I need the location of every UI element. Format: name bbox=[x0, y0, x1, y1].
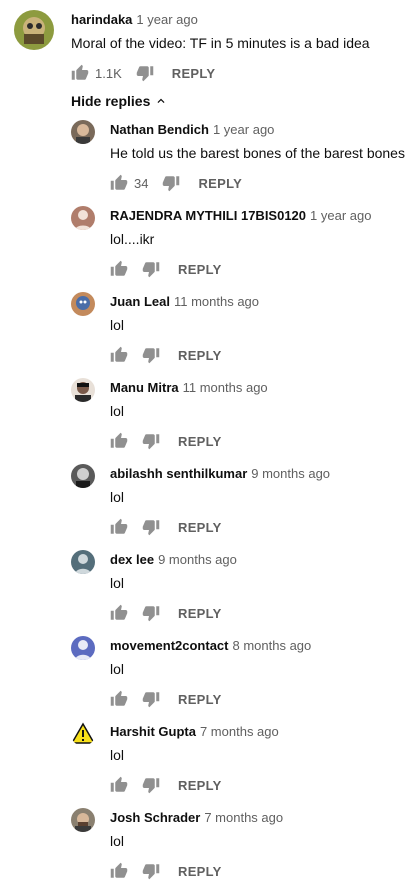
comment-time[interactable]: 1 year ago bbox=[136, 12, 197, 27]
thumbs-up-icon[interactable] bbox=[110, 518, 128, 536]
thumbs-down-icon[interactable] bbox=[142, 776, 160, 794]
avatar[interactable] bbox=[71, 120, 95, 144]
comment-author[interactable]: Nathan Bendich bbox=[110, 122, 209, 137]
thumbs-up-icon[interactable] bbox=[71, 64, 89, 82]
reply-button[interactable]: REPLY bbox=[172, 66, 216, 81]
thumbs-down-icon[interactable] bbox=[142, 862, 160, 880]
comment-header: Nathan Bendich 1 year ago bbox=[110, 122, 274, 138]
thumbs-down-icon[interactable] bbox=[142, 604, 160, 622]
avatar[interactable] bbox=[71, 550, 95, 574]
comment-actions: 34 REPLY bbox=[110, 173, 242, 193]
comment-author[interactable]: Josh Schrader bbox=[110, 810, 200, 825]
comment-header: Manu Mitra 11 months ago bbox=[110, 380, 268, 396]
reply-button[interactable]: REPLY bbox=[198, 176, 242, 191]
thumbs-up-icon[interactable] bbox=[110, 346, 128, 364]
like-count: 34 bbox=[134, 175, 149, 191]
reply-button[interactable]: REPLY bbox=[178, 348, 222, 363]
comment-actions: 1.1K REPLY bbox=[71, 63, 215, 83]
comment-header: Harshit Gupta 7 months ago bbox=[110, 724, 279, 740]
comment-author[interactable]: Juan Leal bbox=[110, 294, 170, 309]
comment-author[interactable]: movement2contact bbox=[110, 638, 228, 653]
comment-actions: REPLY bbox=[110, 517, 222, 537]
comment-time[interactable]: 11 months ago bbox=[174, 294, 259, 309]
hide-replies-button[interactable]: Hide replies bbox=[71, 93, 168, 109]
comment-actions: REPLY bbox=[110, 861, 222, 881]
comment-actions: REPLY bbox=[110, 259, 222, 279]
thumbs-down-icon[interactable] bbox=[142, 518, 160, 536]
thumbs-down-icon[interactable] bbox=[142, 432, 160, 450]
comment-actions: REPLY bbox=[110, 689, 222, 709]
reply-button[interactable]: REPLY bbox=[178, 262, 222, 277]
thumbs-down-icon[interactable] bbox=[136, 64, 154, 82]
comment-text: lol bbox=[110, 833, 125, 849]
comment-header: abilashh senthilkumar 9 months ago bbox=[110, 466, 330, 482]
comment-author[interactable]: Manu Mitra bbox=[110, 380, 179, 395]
comment-header: RAJENDRA MYTHILI 17BIS0120 1 year ago bbox=[110, 208, 371, 224]
comment-actions: REPLY bbox=[110, 345, 222, 365]
comment-time[interactable]: 7 months ago bbox=[200, 724, 279, 739]
comment-time[interactable]: 9 months ago bbox=[158, 552, 237, 567]
thumbs-up-icon[interactable] bbox=[110, 174, 128, 192]
thumbs-down-icon[interactable] bbox=[142, 346, 160, 364]
avatar[interactable] bbox=[71, 378, 95, 402]
avatar[interactable] bbox=[71, 292, 95, 316]
comment-author[interactable]: RAJENDRA MYTHILI 17BIS0120 bbox=[110, 208, 306, 223]
hide-replies-label: Hide replies bbox=[71, 93, 151, 109]
thumbs-up-icon[interactable] bbox=[110, 260, 128, 278]
comment-time[interactable]: 8 months ago bbox=[232, 638, 311, 653]
reply-button[interactable]: REPLY bbox=[178, 692, 222, 707]
comment-header: Josh Schrader 7 months ago bbox=[110, 810, 283, 826]
thumbs-up-icon[interactable] bbox=[110, 776, 128, 794]
comment-header: Juan Leal 11 months ago bbox=[110, 294, 259, 310]
comment-author[interactable]: Harshit Gupta bbox=[110, 724, 196, 739]
comment-text: He told us the barest bones of the bares… bbox=[110, 145, 405, 161]
comment-actions: REPLY bbox=[110, 603, 222, 623]
reply-button[interactable]: REPLY bbox=[178, 864, 222, 879]
comment-text: lol bbox=[110, 575, 125, 591]
comment-author[interactable]: abilashh senthilkumar bbox=[110, 466, 247, 481]
avatar[interactable] bbox=[71, 808, 95, 832]
avatar[interactable] bbox=[71, 636, 95, 660]
comment-actions: REPLY bbox=[110, 431, 222, 451]
comment-text: lol bbox=[110, 661, 125, 677]
comment-header: movement2contact 8 months ago bbox=[110, 638, 311, 654]
comment-time[interactable]: 1 year ago bbox=[310, 208, 371, 223]
like-count: 1.1K bbox=[95, 65, 122, 81]
reply-button[interactable]: REPLY bbox=[178, 778, 222, 793]
chevron-up-icon bbox=[157, 98, 165, 103]
thumbs-up-icon[interactable] bbox=[110, 862, 128, 880]
avatar[interactable] bbox=[71, 722, 95, 746]
avatar[interactable] bbox=[14, 10, 54, 50]
comment-time[interactable]: 9 months ago bbox=[251, 466, 330, 481]
thumbs-up-icon[interactable] bbox=[110, 690, 128, 708]
thumbs-up-icon[interactable] bbox=[110, 604, 128, 622]
reply-button[interactable]: REPLY bbox=[178, 606, 222, 621]
thumbs-down-icon[interactable] bbox=[142, 260, 160, 278]
thumbs-down-icon[interactable] bbox=[142, 690, 160, 708]
comment-time[interactable]: 11 months ago bbox=[183, 380, 268, 395]
thumbs-down-icon[interactable] bbox=[162, 174, 180, 192]
comment-author[interactable]: harindaka bbox=[71, 12, 132, 27]
comment-text: lol bbox=[110, 489, 125, 505]
comment-time[interactable]: 7 months ago bbox=[204, 810, 283, 825]
reply-button[interactable]: REPLY bbox=[178, 520, 222, 535]
reply-button[interactable]: REPLY bbox=[178, 434, 222, 449]
comment-author[interactable]: dex lee bbox=[110, 552, 154, 567]
thumbs-up-icon[interactable] bbox=[110, 432, 128, 450]
comment-header: harindaka 1 year ago bbox=[71, 12, 198, 28]
comment-text: lol bbox=[110, 403, 125, 419]
comment-text: lol bbox=[110, 747, 125, 763]
comment-time[interactable]: 1 year ago bbox=[213, 122, 274, 137]
comment-text: Moral of the video: TF in 5 minutes is a… bbox=[71, 35, 370, 51]
comment-actions: REPLY bbox=[110, 775, 222, 795]
comment-text: lol bbox=[110, 317, 125, 333]
comment-header: dex lee 9 months ago bbox=[110, 552, 237, 568]
avatar[interactable] bbox=[71, 464, 95, 488]
comment-text: lol....ikr bbox=[110, 231, 155, 247]
avatar[interactable] bbox=[71, 206, 95, 230]
